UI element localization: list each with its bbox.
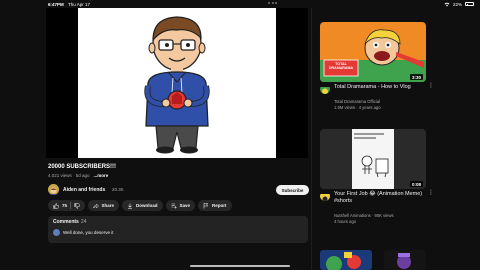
video-frame[interactable] [78,8,276,158]
like-divider [70,202,71,209]
subscribe-button[interactable]: Subscribe [276,185,309,195]
multitasking-dots[interactable] [268,2,277,4]
battery-percent: 22% [452,1,462,7]
channel-avatar[interactable] [320,191,330,201]
share-button[interactable]: Share [87,200,120,211]
subscriber-count: 20.3K [112,187,124,193]
recommendation-meta: Nutshell Animations · 90K views 4 hours … [334,213,426,225]
recommendation-thumbnail[interactable]: 0:08 [320,129,426,189]
status-time-date: 6:47PM Thu Apr 17 [48,2,90,7]
wifi-icon [444,2,450,6]
recommendation-views: 1.9M views [334,105,355,110]
like-count: 75 [62,203,68,208]
thumbnail-overlay-text: TOTAL DRAMARAMA [328,62,354,70]
share-icon [92,202,99,209]
download-icon [128,203,133,209]
comments-panel[interactable]: Comments 24 Well done, you deserve it [48,216,308,243]
home-indicator[interactable] [190,265,290,267]
save-playlist-icon [171,203,177,208]
report-label: Report [212,203,227,208]
comments-label: Comments [53,219,79,225]
recommendation-meta: Total Dramarama Official 1.9M views · 4 … [334,99,426,111]
channel-row: Aiden and friends 20.3K Subscribe [48,184,310,196]
upload-age: 5d ago [75,173,90,178]
comments-count: 24 [80,219,87,225]
more-options-icon[interactable]: ⋮ [428,83,434,89]
recommendation-thumbnail[interactable]: TOTAL DRAMARAMA 3:30 [320,22,426,82]
panel-divider [311,8,312,270]
save-button[interactable]: Save [165,200,196,211]
status-time: 6:47PM [48,1,64,7]
video-duration: 3:30 [409,74,423,80]
thumbs-up-icon[interactable] [53,202,59,209]
channel-avatar[interactable] [320,84,330,94]
video-meta[interactable]: 4,021 views 5d ago ...more [48,173,108,178]
recommendation-age: 4 years ago [358,105,381,110]
battery-icon [465,2,474,6]
share-label: Share [101,203,115,208]
channel-name[interactable]: Aiden and friends [63,187,105,193]
download-button[interactable]: Download [122,200,163,211]
next-recommendation-thumbnail[interactable] [384,250,426,270]
recommendation-title[interactable]: Your First Job 😂 (Animation Meme) #short… [334,191,426,205]
channel-avatar[interactable] [48,184,59,195]
recommendation-title[interactable]: Total Dramarama - How to Vlog [334,84,426,91]
more-options-icon[interactable]: ⋮ [428,190,434,196]
download-label: Download [136,203,158,208]
view-count: 4,021 views [48,173,72,178]
status-bar: 6:47PM Thu Apr 17 22% [0,0,480,8]
thumbnail-image [320,129,426,189]
next-recommendation-thumbnail[interactable] [320,250,372,270]
video-player[interactable] [46,8,308,158]
report-button[interactable]: Report [198,200,232,211]
thumbs-down-icon[interactable] [73,202,80,209]
thumbnail-image [320,22,426,82]
recommendation-item[interactable]: TOTAL DRAMARAMA 3:30 Total Dramarama - H… [320,22,434,117]
like-dislike-button[interactable]: 75 [48,200,85,211]
save-label: Save [179,203,191,208]
action-bar: 75 Share Download Save Report [48,200,232,211]
video-duration: 0:08 [409,181,423,187]
top-comment-text: Well done, you deserve it [63,230,114,235]
recommendation-views: 90K views [374,213,394,218]
status-indicators: 22% [444,2,474,7]
flag-icon [203,202,209,208]
recommendation-age: 4 hours ago [334,219,357,224]
video-title: 20000 SUBSCRIBERS!!! [48,164,117,170]
commenter-avatar [53,229,60,236]
recommendation-item[interactable]: 0:08 Your First Job 😂 (Animation Meme) #… [320,129,434,225]
video-cartoon-character [144,16,210,154]
status-date: Thu Apr 17 [68,1,91,7]
comments-header: Comments 24 [53,219,86,225]
recommendation-channel: Nutshell Animations [334,213,371,218]
more-link[interactable]: ...more [94,173,109,178]
